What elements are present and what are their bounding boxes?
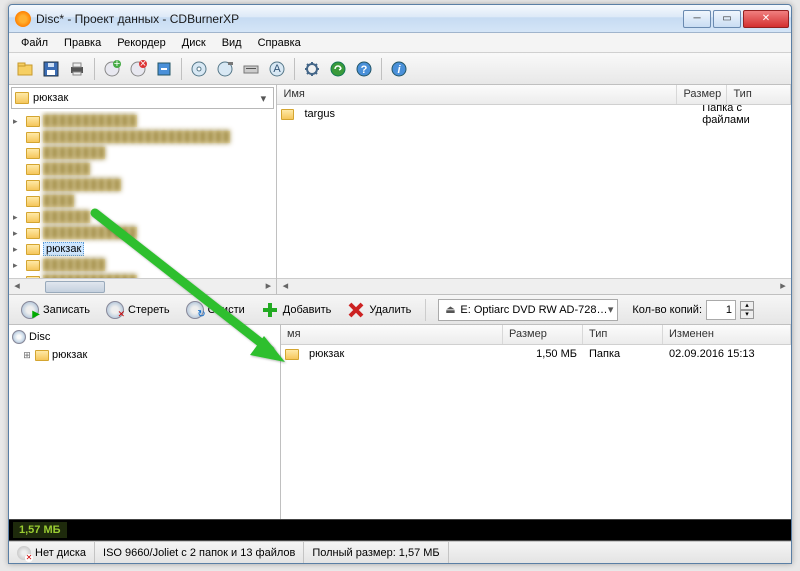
maximize-button[interactable]: ▭ (713, 10, 741, 28)
chevron-down-icon[interactable]: ▾ (256, 92, 270, 105)
svg-text:A: A (273, 63, 281, 75)
clear-compilation-icon[interactable] (152, 57, 176, 81)
compilation-tree[interactable]: Disc ⊞ рюкзак (9, 325, 281, 519)
compilation-list-pane: мя Размер Тип Изменен рюкзак 1,50 МБ Пап… (281, 325, 791, 519)
app-icon (15, 11, 31, 27)
compilation-panel: Disc ⊞ рюкзак мя Размер Тип Изменен рюкз… (9, 325, 791, 519)
disc-icon (12, 330, 26, 344)
update-icon[interactable] (326, 57, 350, 81)
list-scrollbar[interactable]: ◂▸ (277, 278, 791, 294)
tree-item-root[interactable]: Disc (12, 328, 277, 346)
add-disc-icon[interactable]: + (100, 57, 124, 81)
status-nodisc: Нет диска (9, 542, 95, 563)
clear-button[interactable]: ↻ Очисти (180, 298, 251, 322)
expand-icon[interactable]: ⊞ (22, 350, 32, 361)
minimize-button[interactable]: ─ (683, 10, 711, 28)
delete-button[interactable]: Удалить (341, 298, 417, 322)
about-icon[interactable]: i (387, 57, 411, 81)
drive-properties-icon[interactable] (239, 57, 263, 81)
disc-info-icon[interactable] (187, 57, 211, 81)
cross-icon (347, 301, 365, 319)
folder-icon (15, 92, 29, 104)
disc-label-icon[interactable]: A (265, 57, 289, 81)
app-window: Disc* - Проект данных - CDBurnerXP ─ ▭ ✕… (8, 4, 792, 564)
svg-text:?: ? (361, 64, 368, 76)
source-list-pane: Имя Размер Тип targus Папка с файлами ◂▸ (277, 85, 791, 294)
col-name[interactable]: мя (281, 325, 503, 344)
chevron-down-icon[interactable]: ▾ (608, 303, 614, 316)
copies-control: Кол-во копий: ▴▾ (632, 300, 754, 320)
burn-icon: ▶ (21, 301, 39, 319)
col-type[interactable]: Тип (727, 85, 791, 104)
remove-disc-icon[interactable]: × (126, 57, 150, 81)
window-title: Disc* - Проект данных - CDBurnerXP (36, 12, 681, 26)
copies-label: Кол-во копий: (632, 304, 702, 316)
copies-input[interactable] (706, 300, 736, 320)
settings-icon[interactable] (300, 57, 324, 81)
tree-scrollbar[interactable]: ◂▸ (9, 278, 276, 294)
source-list[interactable]: targus Папка с файлами (277, 105, 791, 278)
plus-icon (261, 301, 279, 319)
help-icon[interactable]: ? (352, 57, 376, 81)
erase-disc-icon[interactable] (213, 57, 237, 81)
save-icon[interactable] (39, 57, 63, 81)
menu-help[interactable]: Справка (250, 35, 309, 51)
menu-view[interactable]: Вид (214, 35, 250, 51)
source-path-label: рюкзак (33, 92, 256, 104)
source-path-combo[interactable]: рюкзак ▾ (11, 87, 274, 109)
menu-recorder[interactable]: Рекордер (109, 35, 174, 51)
svg-text:+: + (114, 60, 120, 70)
col-type[interactable]: Тип (583, 325, 663, 344)
source-tree[interactable]: ▸████████████ ████████████████████████ █… (9, 111, 276, 294)
eject-icon[interactable]: ⏏ (443, 303, 457, 317)
size-bar: 1,57 МБ (9, 519, 791, 541)
status-bar: Нет диска ISO 9660/Joliet с 2 папок и 13… (9, 541, 791, 563)
burn-button[interactable]: ▶ Записать (15, 298, 96, 322)
source-list-header: Имя Размер Тип (277, 85, 791, 105)
toolbar: + × A ? i (9, 53, 791, 85)
erase-button[interactable]: ✕ Стереть (100, 298, 176, 322)
folder-icon (285, 349, 299, 360)
list-item[interactable]: targus Папка с файлами (277, 105, 791, 123)
status-iso: ISO 9660/Joliet с 2 папок и 13 файлов (95, 542, 304, 563)
col-size[interactable]: Размер (677, 85, 727, 104)
add-button[interactable]: Добавить (255, 298, 338, 322)
copies-spinner[interactable]: ▴▾ (740, 301, 754, 319)
used-size: 1,57 МБ (13, 522, 67, 538)
nodisc-icon (17, 546, 31, 560)
menubar: Файл Правка Рекордер Диск Вид Справка (9, 33, 791, 53)
close-button[interactable]: ✕ (743, 10, 789, 28)
print-icon[interactable] (65, 57, 89, 81)
menu-edit[interactable]: Правка (56, 35, 109, 51)
list-item[interactable]: рюкзак 1,50 МБ Папка 02.09.2016 15:13 (281, 345, 791, 363)
open-icon[interactable] (13, 57, 37, 81)
drive-select[interactable]: ⏏ E: Optiarc DVD RW AD-7280S ▾ (438, 299, 618, 321)
col-name[interactable]: Имя (277, 85, 677, 104)
erase-icon: ✕ (106, 301, 124, 319)
col-modified[interactable]: Изменен (663, 325, 791, 344)
titlebar: Disc* - Проект данных - CDBurnerXP ─ ▭ ✕ (9, 5, 791, 33)
tree-item[interactable]: ⊞ рюкзак (12, 346, 277, 364)
compilation-list-header: мя Размер Тип Изменен (281, 325, 791, 345)
menu-file[interactable]: Файл (13, 35, 56, 51)
menu-disc[interactable]: Диск (174, 35, 214, 51)
compilation-list[interactable]: рюкзак 1,50 МБ Папка 02.09.2016 15:13 (281, 345, 791, 519)
status-fullsize: Полный размер: 1,57 МБ (304, 542, 448, 563)
source-tree-pane: рюкзак ▾ ▸████████████ █████████████████… (9, 85, 277, 294)
svg-text:×: × (140, 60, 146, 70)
clear-icon: ↻ (186, 301, 204, 319)
folder-icon (35, 350, 49, 361)
tree-item-selected[interactable]: ▸рюкзак (13, 241, 276, 257)
folder-icon (281, 109, 294, 120)
source-panel: рюкзак ▾ ▸████████████ █████████████████… (9, 85, 791, 295)
col-size[interactable]: Размер (503, 325, 583, 344)
action-bar: ▶ Записать ✕ Стереть ↻ Очисти Добавить У… (9, 295, 791, 325)
